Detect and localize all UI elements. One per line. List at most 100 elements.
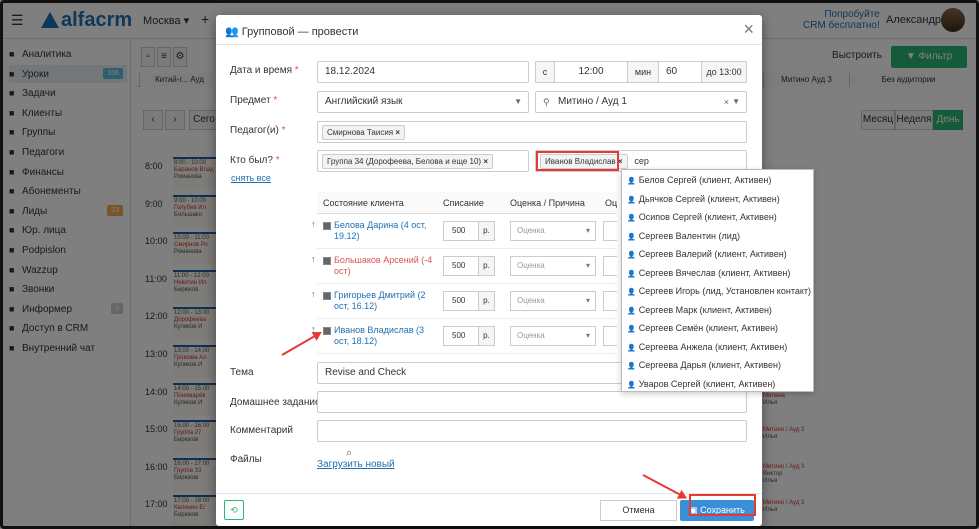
group-icon: 👥 — [225, 26, 239, 38]
rating-select[interactable]: Оценка ▾ — [510, 256, 596, 276]
currency-addon: р. — [478, 292, 494, 310]
dropdown-option[interactable]: 👤 Белов Сергей (клиент, Активен) — [622, 171, 813, 189]
dropdown-option[interactable]: 👤 Сергеев Валерий (клиент, Активен) — [622, 245, 813, 263]
attended-checkbox[interactable] — [323, 292, 331, 300]
dropdown-option[interactable]: 👤 Уваров Сергей (клиент, Активен) — [622, 375, 813, 393]
duration-input[interactable]: 60 — [658, 61, 702, 83]
attended-checkbox[interactable] — [323, 327, 331, 335]
from-addon: с — [535, 61, 555, 83]
dropdown-option[interactable]: 👤 Сергеева Анжела (клиент, Активен) — [622, 338, 813, 356]
close-icon[interactable]: × — [743, 20, 754, 38]
dropdown-option[interactable]: 👤 Сергеев Вячеслав (клиент, Активен) — [622, 264, 813, 282]
topic-label: Тема — [230, 367, 254, 378]
attended-checkbox[interactable] — [323, 257, 331, 265]
col-status: Состояние клиента — [317, 192, 437, 214]
dropdown-option[interactable]: 👤 Сергеева Дарья (клиент, Активен) — [622, 356, 813, 374]
col-charge: Списание — [437, 192, 504, 214]
chevron-down-icon: ▾ — [585, 331, 590, 340]
person-icon: 👤 — [627, 233, 636, 241]
person-icon: 👤 — [627, 270, 636, 278]
modal-header: 👥 Групповой — провести × — [216, 15, 762, 45]
group-tag: Группа 34 (Дорофеева, Белова и еще 10) × — [322, 154, 493, 169]
currency-addon: р. — [478, 257, 494, 275]
files-label: Файлы — [230, 454, 262, 465]
teacher-tag: Смирнова Таисия × — [322, 125, 406, 140]
remove-tag-icon[interactable]: × — [395, 128, 400, 137]
person-icon: 👤 — [627, 196, 636, 204]
dropdown-option[interactable]: 👤 Сергеев Марк (клиент, Активен) — [622, 301, 813, 319]
attendance-label: Кто был? * — [230, 155, 280, 166]
student-name-link[interactable]: Иванов Владислав (3 ост, 18.12) — [334, 325, 439, 347]
student-name-link[interactable]: Григорьев Дмитрий (2 ост, 16.12) — [334, 290, 439, 312]
person-icon: 👤 — [627, 215, 636, 222]
charge-input[interactable]: 500 р. — [443, 326, 495, 346]
arrow-up-icon[interactable]: ↑ — [311, 254, 316, 264]
attended-checkbox[interactable] — [323, 222, 331, 230]
student-search-dropdown: 👤 Белов Сергей (клиент, Активен) 👤 Дьячков … — [621, 169, 814, 392]
dropdown-option[interactable]: 👤 Осипов Сергей (клиент, Активен) — [622, 208, 813, 226]
chevron-down-icon: ▾ — [585, 226, 590, 235]
subject-select[interactable]: Английский язык ▼ — [317, 91, 529, 113]
chevron-down-icon: ▼ — [732, 97, 740, 106]
end-time-addon: до 13:00 — [701, 61, 747, 83]
col-rating: Оценка / Причина — [504, 192, 599, 214]
homework-label: Домашнее задание — [230, 397, 321, 408]
chevron-down-icon: ▾ — [585, 261, 590, 270]
charge-input[interactable]: 500 р. — [443, 221, 495, 241]
location-pin-icon: ⚲ — [543, 97, 550, 107]
arrow-up-icon[interactable]: ↑ — [311, 219, 316, 229]
person-icon: 👤 — [627, 363, 636, 370]
charge-input[interactable]: 500 р. — [443, 291, 495, 311]
highlight-box — [536, 151, 619, 171]
date-input[interactable]: 18.12.2024 — [317, 61, 529, 83]
student-name-link[interactable]: Большаков Арсений (-4 ост) — [334, 255, 439, 277]
person-icon: 👤 — [627, 381, 636, 389]
person-icon: 👤 — [627, 326, 636, 333]
teacher-input[interactable]: Смирнова Таисия × — [317, 121, 747, 143]
history-icon[interactable]: ⟲ — [224, 500, 244, 520]
person-icon: 👤 — [627, 289, 636, 296]
rating-select[interactable]: Оценка ▾ — [510, 221, 596, 241]
extra-select[interactable] — [603, 221, 617, 241]
teacher-label: Педагог(и) * — [230, 125, 286, 136]
rating-select[interactable]: Оценка ▾ — [510, 326, 596, 346]
person-icon: 👤 — [627, 344, 636, 352]
attendance-row: ↑ Белова Дарина (4 ост, 19.12) 500 р. Оценка… — [311, 214, 617, 249]
dropdown-option[interactable]: 👤 Дьячков Сергей (клиент, Активен) — [622, 190, 813, 208]
currency-addon: р. — [478, 222, 494, 240]
extra-select[interactable] — [603, 256, 617, 276]
cancel-button[interactable]: Отмена — [600, 500, 677, 521]
modal-title: 👥 Групповой — провести — [225, 26, 359, 38]
col-extra: Оц — [599, 192, 617, 214]
clear-icon[interactable]: × — [724, 92, 729, 112]
arrow-up-icon[interactable]: ↑ — [311, 289, 316, 299]
time-from-input[interactable]: 12:00 — [554, 61, 628, 83]
chevron-down-icon: ▾ — [585, 296, 590, 305]
remove-tag-icon[interactable]: × — [483, 157, 488, 166]
dropdown-option[interactable]: 👤 Сергеев Семён (клиент, Активен) — [622, 319, 813, 337]
currency-addon: р. — [478, 327, 494, 345]
upload-link[interactable]: Загрузить новый — [317, 459, 395, 470]
highlight-box — [689, 494, 756, 516]
person-icon: 👤 — [627, 252, 636, 259]
extra-select[interactable] — [603, 326, 617, 346]
comment-label: Комментарий — [230, 425, 293, 436]
min-addon: мин — [627, 61, 659, 83]
dropdown-option[interactable]: 👤 Сергеев Валентин (лид) — [622, 227, 813, 245]
group-input[interactable]: Группа 34 (Дорофеева, Белова и еще 10) × — [317, 150, 529, 172]
datetime-label: Дата и время * — [230, 65, 299, 76]
person-icon: 👤 — [627, 307, 636, 315]
location-select[interactable]: ⚲ Митино / Ауд 1 × ▼ — [535, 91, 747, 113]
dropdown-option[interactable]: 👤 Сергеев Игорь (лид, Установлен контакт) — [622, 282, 813, 300]
extra-select[interactable] — [603, 291, 617, 311]
homework-textarea[interactable] — [317, 391, 747, 413]
person-icon: 👤 — [627, 178, 636, 185]
unselect-all-link[interactable]: снять все — [231, 173, 271, 183]
charge-input[interactable]: 500 р. — [443, 256, 495, 276]
subject-label: Предмет * — [230, 95, 278, 106]
rating-select[interactable]: Оценка ▾ — [510, 291, 596, 311]
comment-textarea[interactable] — [317, 420, 747, 442]
chevron-down-icon: ▼ — [514, 97, 522, 106]
attendance-row: ↑ Григорьев Дмитрий (2 ост, 16.12) 500 р. Оц… — [311, 284, 617, 319]
student-name-link[interactable]: Белова Дарина (4 ост, 19.12) — [334, 220, 439, 242]
